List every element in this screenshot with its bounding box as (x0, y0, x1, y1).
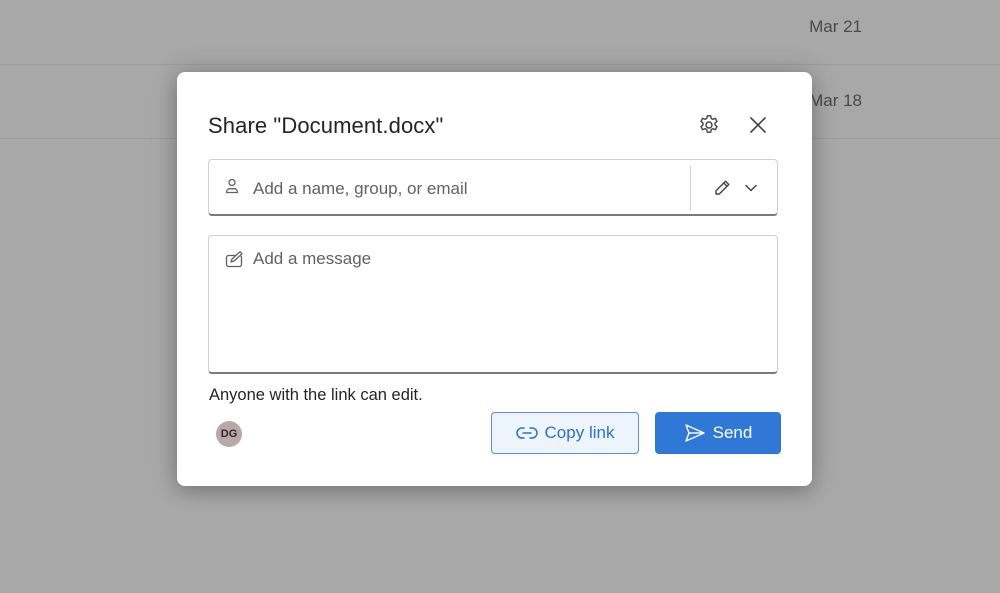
chevron-down-icon (745, 184, 757, 191)
link-icon (515, 427, 538, 439)
send-icon (684, 424, 705, 442)
gear-icon (700, 115, 718, 133)
compose-icon (225, 251, 243, 268)
background-row: Mar 21 (0, 0, 1000, 65)
person-icon (225, 178, 239, 194)
link-permission-text: Anyone with the link can edit. (209, 386, 423, 404)
copy-link-label: Copy link (544, 423, 615, 442)
close-icon (750, 117, 766, 133)
row-date: Mar 18 (809, 91, 862, 110)
close-button[interactable] (745, 112, 771, 138)
share-dialog: Share "Document.docx" Add a name, group,… (177, 72, 812, 486)
permission-dropdown[interactable] (691, 160, 779, 215)
dialog-title: Share "Document.docx" (208, 113, 444, 138)
row-date: Mar 21 (809, 17, 862, 36)
send-button[interactable]: Send (655, 412, 781, 454)
people-picker (208, 159, 778, 216)
avatar[interactable]: DG (216, 421, 242, 447)
copy-link-button[interactable]: Copy link (491, 412, 639, 454)
message-input[interactable] (253, 249, 763, 359)
message-box (208, 235, 778, 374)
send-label: Send (712, 423, 753, 442)
people-input[interactable] (251, 174, 685, 204)
settings-button[interactable] (696, 112, 722, 138)
pencil-icon (715, 180, 730, 195)
